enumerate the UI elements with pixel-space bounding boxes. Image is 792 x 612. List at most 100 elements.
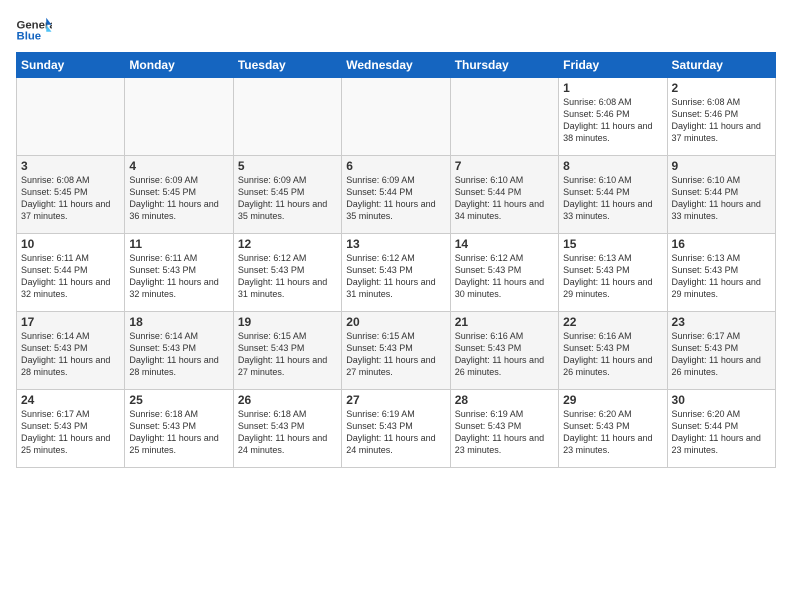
day-number: 7: [455, 159, 554, 173]
day-info: Sunrise: 6:16 AM Sunset: 5:43 PM Dayligh…: [455, 330, 554, 379]
weekday-sunday: Sunday: [17, 53, 125, 78]
day-info: Sunrise: 6:11 AM Sunset: 5:44 PM Dayligh…: [21, 252, 120, 301]
calendar-cell: 30Sunrise: 6:20 AM Sunset: 5:44 PM Dayli…: [667, 390, 775, 468]
day-info: Sunrise: 6:20 AM Sunset: 5:43 PM Dayligh…: [563, 408, 662, 457]
weekday-header-row: SundayMondayTuesdayWednesdayThursdayFrid…: [17, 53, 776, 78]
day-info: Sunrise: 6:08 AM Sunset: 5:45 PM Dayligh…: [21, 174, 120, 223]
day-info: Sunrise: 6:14 AM Sunset: 5:43 PM Dayligh…: [21, 330, 120, 379]
day-info: Sunrise: 6:14 AM Sunset: 5:43 PM Dayligh…: [129, 330, 228, 379]
calendar-cell: 1Sunrise: 6:08 AM Sunset: 5:46 PM Daylig…: [559, 78, 667, 156]
day-number: 17: [21, 315, 120, 329]
calendar-cell: 27Sunrise: 6:19 AM Sunset: 5:43 PM Dayli…: [342, 390, 450, 468]
calendar-cell: 26Sunrise: 6:18 AM Sunset: 5:43 PM Dayli…: [233, 390, 341, 468]
day-info: Sunrise: 6:12 AM Sunset: 5:43 PM Dayligh…: [455, 252, 554, 301]
weekday-wednesday: Wednesday: [342, 53, 450, 78]
day-number: 12: [238, 237, 337, 251]
day-info: Sunrise: 6:12 AM Sunset: 5:43 PM Dayligh…: [346, 252, 445, 301]
calendar-cell: 16Sunrise: 6:13 AM Sunset: 5:43 PM Dayli…: [667, 234, 775, 312]
calendar-cell: 13Sunrise: 6:12 AM Sunset: 5:43 PM Dayli…: [342, 234, 450, 312]
day-info: Sunrise: 6:09 AM Sunset: 5:44 PM Dayligh…: [346, 174, 445, 223]
calendar-cell: 25Sunrise: 6:18 AM Sunset: 5:43 PM Dayli…: [125, 390, 233, 468]
calendar-cell: 11Sunrise: 6:11 AM Sunset: 5:43 PM Dayli…: [125, 234, 233, 312]
generalblue-logo-icon: General Blue: [16, 16, 52, 44]
day-number: 9: [672, 159, 771, 173]
calendar-cell: 7Sunrise: 6:10 AM Sunset: 5:44 PM Daylig…: [450, 156, 558, 234]
day-info: Sunrise: 6:08 AM Sunset: 5:46 PM Dayligh…: [672, 96, 771, 145]
day-number: 4: [129, 159, 228, 173]
day-info: Sunrise: 6:13 AM Sunset: 5:43 PM Dayligh…: [563, 252, 662, 301]
day-number: 10: [21, 237, 120, 251]
calendar-cell: 6Sunrise: 6:09 AM Sunset: 5:44 PM Daylig…: [342, 156, 450, 234]
day-number: 16: [672, 237, 771, 251]
calendar-cell: 10Sunrise: 6:11 AM Sunset: 5:44 PM Dayli…: [17, 234, 125, 312]
day-number: 28: [455, 393, 554, 407]
day-number: 30: [672, 393, 771, 407]
header: General Blue: [16, 16, 776, 44]
day-number: 26: [238, 393, 337, 407]
calendar-cell: 21Sunrise: 6:16 AM Sunset: 5:43 PM Dayli…: [450, 312, 558, 390]
day-number: 13: [346, 237, 445, 251]
calendar-cell: 24Sunrise: 6:17 AM Sunset: 5:43 PM Dayli…: [17, 390, 125, 468]
calendar-row-3: 17Sunrise: 6:14 AM Sunset: 5:43 PM Dayli…: [17, 312, 776, 390]
calendar-cell: 3Sunrise: 6:08 AM Sunset: 5:45 PM Daylig…: [17, 156, 125, 234]
calendar-cell: 14Sunrise: 6:12 AM Sunset: 5:43 PM Dayli…: [450, 234, 558, 312]
calendar-body: 1Sunrise: 6:08 AM Sunset: 5:46 PM Daylig…: [17, 78, 776, 468]
day-info: Sunrise: 6:12 AM Sunset: 5:43 PM Dayligh…: [238, 252, 337, 301]
day-info: Sunrise: 6:08 AM Sunset: 5:46 PM Dayligh…: [563, 96, 662, 145]
calendar: SundayMondayTuesdayWednesdayThursdayFrid…: [16, 52, 776, 468]
day-info: Sunrise: 6:20 AM Sunset: 5:44 PM Dayligh…: [672, 408, 771, 457]
day-number: 21: [455, 315, 554, 329]
day-number: 29: [563, 393, 662, 407]
day-number: 23: [672, 315, 771, 329]
weekday-friday: Friday: [559, 53, 667, 78]
calendar-cell: 29Sunrise: 6:20 AM Sunset: 5:43 PM Dayli…: [559, 390, 667, 468]
calendar-cell: 12Sunrise: 6:12 AM Sunset: 5:43 PM Dayli…: [233, 234, 341, 312]
day-number: 19: [238, 315, 337, 329]
calendar-cell: [342, 78, 450, 156]
calendar-row-1: 3Sunrise: 6:08 AM Sunset: 5:45 PM Daylig…: [17, 156, 776, 234]
day-info: Sunrise: 6:17 AM Sunset: 5:43 PM Dayligh…: [21, 408, 120, 457]
calendar-cell: [233, 78, 341, 156]
weekday-tuesday: Tuesday: [233, 53, 341, 78]
day-number: 1: [563, 81, 662, 95]
calendar-cell: 18Sunrise: 6:14 AM Sunset: 5:43 PM Dayli…: [125, 312, 233, 390]
day-number: 14: [455, 237, 554, 251]
day-number: 2: [672, 81, 771, 95]
calendar-row-0: 1Sunrise: 6:08 AM Sunset: 5:46 PM Daylig…: [17, 78, 776, 156]
calendar-cell: 5Sunrise: 6:09 AM Sunset: 5:45 PM Daylig…: [233, 156, 341, 234]
svg-text:Blue: Blue: [17, 31, 42, 43]
day-info: Sunrise: 6:15 AM Sunset: 5:43 PM Dayligh…: [346, 330, 445, 379]
day-number: 22: [563, 315, 662, 329]
day-info: Sunrise: 6:10 AM Sunset: 5:44 PM Dayligh…: [563, 174, 662, 223]
logo: General Blue: [16, 16, 52, 44]
calendar-cell: 9Sunrise: 6:10 AM Sunset: 5:44 PM Daylig…: [667, 156, 775, 234]
day-info: Sunrise: 6:18 AM Sunset: 5:43 PM Dayligh…: [238, 408, 337, 457]
calendar-row-2: 10Sunrise: 6:11 AM Sunset: 5:44 PM Dayli…: [17, 234, 776, 312]
day-info: Sunrise: 6:17 AM Sunset: 5:43 PM Dayligh…: [672, 330, 771, 379]
day-number: 5: [238, 159, 337, 173]
day-number: 6: [346, 159, 445, 173]
weekday-saturday: Saturday: [667, 53, 775, 78]
calendar-cell: 17Sunrise: 6:14 AM Sunset: 5:43 PM Dayli…: [17, 312, 125, 390]
calendar-cell: 28Sunrise: 6:19 AM Sunset: 5:43 PM Dayli…: [450, 390, 558, 468]
calendar-cell: [450, 78, 558, 156]
day-info: Sunrise: 6:10 AM Sunset: 5:44 PM Dayligh…: [672, 174, 771, 223]
calendar-cell: 20Sunrise: 6:15 AM Sunset: 5:43 PM Dayli…: [342, 312, 450, 390]
day-info: Sunrise: 6:15 AM Sunset: 5:43 PM Dayligh…: [238, 330, 337, 379]
day-info: Sunrise: 6:19 AM Sunset: 5:43 PM Dayligh…: [346, 408, 445, 457]
calendar-cell: [125, 78, 233, 156]
day-info: Sunrise: 6:10 AM Sunset: 5:44 PM Dayligh…: [455, 174, 554, 223]
calendar-cell: 19Sunrise: 6:15 AM Sunset: 5:43 PM Dayli…: [233, 312, 341, 390]
day-number: 11: [129, 237, 228, 251]
calendar-cell: 23Sunrise: 6:17 AM Sunset: 5:43 PM Dayli…: [667, 312, 775, 390]
weekday-monday: Monday: [125, 53, 233, 78]
day-number: 18: [129, 315, 228, 329]
calendar-row-4: 24Sunrise: 6:17 AM Sunset: 5:43 PM Dayli…: [17, 390, 776, 468]
calendar-cell: [17, 78, 125, 156]
calendar-cell: 4Sunrise: 6:09 AM Sunset: 5:45 PM Daylig…: [125, 156, 233, 234]
weekday-thursday: Thursday: [450, 53, 558, 78]
day-number: 20: [346, 315, 445, 329]
day-number: 8: [563, 159, 662, 173]
calendar-cell: 8Sunrise: 6:10 AM Sunset: 5:44 PM Daylig…: [559, 156, 667, 234]
calendar-cell: 22Sunrise: 6:16 AM Sunset: 5:43 PM Dayli…: [559, 312, 667, 390]
